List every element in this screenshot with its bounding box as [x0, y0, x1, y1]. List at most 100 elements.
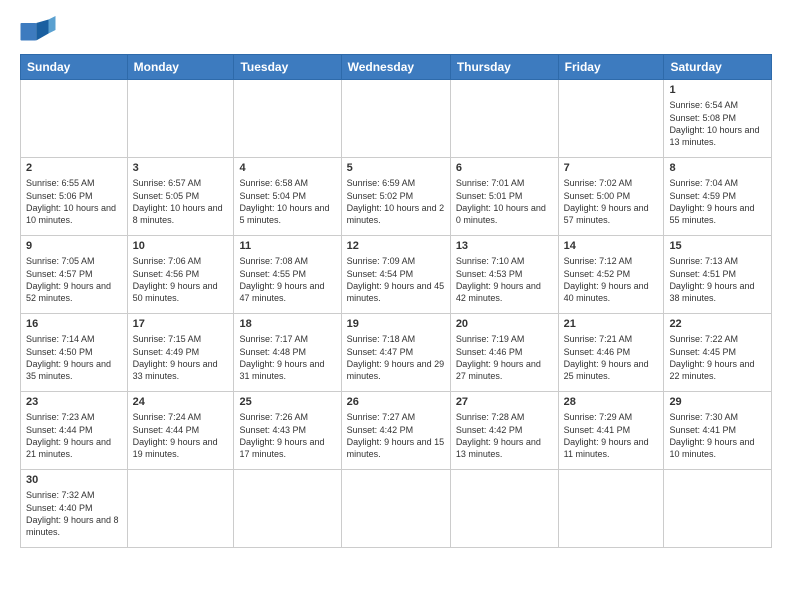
logo: [20, 16, 60, 44]
day-info: Sunrise: 7:02 AM Sunset: 5:00 PM Dayligh…: [564, 177, 659, 226]
calendar-cell: [450, 80, 558, 158]
calendar-cell: 2Sunrise: 6:55 AM Sunset: 5:06 PM Daylig…: [21, 158, 128, 236]
day-info: Sunrise: 6:54 AM Sunset: 5:08 PM Dayligh…: [669, 99, 766, 148]
day-info: Sunrise: 7:15 AM Sunset: 4:49 PM Dayligh…: [133, 333, 229, 382]
calendar-cell: [558, 470, 664, 548]
calendar-week-3: 9Sunrise: 7:05 AM Sunset: 4:57 PM Daylig…: [21, 236, 772, 314]
general-blue-logo-icon: [20, 16, 56, 44]
calendar-header-thursday: Thursday: [450, 55, 558, 80]
calendar-cell: 20Sunrise: 7:19 AM Sunset: 4:46 PM Dayli…: [450, 314, 558, 392]
day-info: Sunrise: 7:32 AM Sunset: 4:40 PM Dayligh…: [26, 489, 122, 538]
calendar-cell: 4Sunrise: 6:58 AM Sunset: 5:04 PM Daylig…: [234, 158, 341, 236]
day-number: 18: [239, 317, 335, 332]
day-info: Sunrise: 7:08 AM Sunset: 4:55 PM Dayligh…: [239, 255, 335, 304]
calendar-cell: 17Sunrise: 7:15 AM Sunset: 4:49 PM Dayli…: [127, 314, 234, 392]
calendar-cell: 11Sunrise: 7:08 AM Sunset: 4:55 PM Dayli…: [234, 236, 341, 314]
calendar-cell: [234, 80, 341, 158]
calendar-cell: 15Sunrise: 7:13 AM Sunset: 4:51 PM Dayli…: [664, 236, 772, 314]
day-info: Sunrise: 7:27 AM Sunset: 4:42 PM Dayligh…: [347, 411, 445, 460]
calendar-cell: 21Sunrise: 7:21 AM Sunset: 4:46 PM Dayli…: [558, 314, 664, 392]
day-number: 13: [456, 239, 553, 254]
day-info: Sunrise: 7:12 AM Sunset: 4:52 PM Dayligh…: [564, 255, 659, 304]
calendar-cell: 13Sunrise: 7:10 AM Sunset: 4:53 PM Dayli…: [450, 236, 558, 314]
day-number: 16: [26, 317, 122, 332]
day-number: 30: [26, 473, 122, 488]
calendar-cell: [450, 470, 558, 548]
day-number: 1: [669, 83, 766, 98]
calendar-cell: 18Sunrise: 7:17 AM Sunset: 4:48 PM Dayli…: [234, 314, 341, 392]
day-number: 4: [239, 161, 335, 176]
day-info: Sunrise: 7:05 AM Sunset: 4:57 PM Dayligh…: [26, 255, 122, 304]
calendar-cell: [341, 80, 450, 158]
day-number: 23: [26, 395, 122, 410]
day-info: Sunrise: 7:23 AM Sunset: 4:44 PM Dayligh…: [26, 411, 122, 460]
calendar-cell: 27Sunrise: 7:28 AM Sunset: 4:42 PM Dayli…: [450, 392, 558, 470]
calendar-header-monday: Monday: [127, 55, 234, 80]
day-info: Sunrise: 6:58 AM Sunset: 5:04 PM Dayligh…: [239, 177, 335, 226]
calendar-header-sunday: Sunday: [21, 55, 128, 80]
day-number: 8: [669, 161, 766, 176]
calendar-cell: [664, 470, 772, 548]
day-number: 22: [669, 317, 766, 332]
day-info: Sunrise: 7:17 AM Sunset: 4:48 PM Dayligh…: [239, 333, 335, 382]
calendar-cell: 24Sunrise: 7:24 AM Sunset: 4:44 PM Dayli…: [127, 392, 234, 470]
calendar-cell: [127, 80, 234, 158]
calendar-cell: [127, 470, 234, 548]
day-info: Sunrise: 7:28 AM Sunset: 4:42 PM Dayligh…: [456, 411, 553, 460]
day-info: Sunrise: 7:10 AM Sunset: 4:53 PM Dayligh…: [456, 255, 553, 304]
day-number: 21: [564, 317, 659, 332]
day-number: 11: [239, 239, 335, 254]
day-number: 17: [133, 317, 229, 332]
day-number: 27: [456, 395, 553, 410]
calendar-cell: 26Sunrise: 7:27 AM Sunset: 4:42 PM Dayli…: [341, 392, 450, 470]
calendar-cell: 16Sunrise: 7:14 AM Sunset: 4:50 PM Dayli…: [21, 314, 128, 392]
day-info: Sunrise: 6:57 AM Sunset: 5:05 PM Dayligh…: [133, 177, 229, 226]
calendar-cell: 25Sunrise: 7:26 AM Sunset: 4:43 PM Dayli…: [234, 392, 341, 470]
day-number: 5: [347, 161, 445, 176]
calendar-cell: 1Sunrise: 6:54 AM Sunset: 5:08 PM Daylig…: [664, 80, 772, 158]
calendar-week-6: 30Sunrise: 7:32 AM Sunset: 4:40 PM Dayli…: [21, 470, 772, 548]
calendar-header-row: SundayMondayTuesdayWednesdayThursdayFrid…: [21, 55, 772, 80]
day-number: 20: [456, 317, 553, 332]
day-info: Sunrise: 7:21 AM Sunset: 4:46 PM Dayligh…: [564, 333, 659, 382]
calendar-cell: 10Sunrise: 7:06 AM Sunset: 4:56 PM Dayli…: [127, 236, 234, 314]
calendar-cell: 7Sunrise: 7:02 AM Sunset: 5:00 PM Daylig…: [558, 158, 664, 236]
day-number: 26: [347, 395, 445, 410]
day-number: 6: [456, 161, 553, 176]
day-info: Sunrise: 7:01 AM Sunset: 5:01 PM Dayligh…: [456, 177, 553, 226]
calendar-cell: 12Sunrise: 7:09 AM Sunset: 4:54 PM Dayli…: [341, 236, 450, 314]
day-number: 10: [133, 239, 229, 254]
calendar-cell: 3Sunrise: 6:57 AM Sunset: 5:05 PM Daylig…: [127, 158, 234, 236]
day-info: Sunrise: 7:26 AM Sunset: 4:43 PM Dayligh…: [239, 411, 335, 460]
day-number: 29: [669, 395, 766, 410]
calendar-header-tuesday: Tuesday: [234, 55, 341, 80]
day-number: 19: [347, 317, 445, 332]
calendar-week-1: 1Sunrise: 6:54 AM Sunset: 5:08 PM Daylig…: [21, 80, 772, 158]
calendar-cell: 30Sunrise: 7:32 AM Sunset: 4:40 PM Dayli…: [21, 470, 128, 548]
day-info: Sunrise: 7:06 AM Sunset: 4:56 PM Dayligh…: [133, 255, 229, 304]
day-number: 15: [669, 239, 766, 254]
day-info: Sunrise: 7:30 AM Sunset: 4:41 PM Dayligh…: [669, 411, 766, 460]
day-info: Sunrise: 6:55 AM Sunset: 5:06 PM Dayligh…: [26, 177, 122, 226]
calendar-cell: 29Sunrise: 7:30 AM Sunset: 4:41 PM Dayli…: [664, 392, 772, 470]
day-info: Sunrise: 7:18 AM Sunset: 4:47 PM Dayligh…: [347, 333, 445, 382]
day-info: Sunrise: 7:04 AM Sunset: 4:59 PM Dayligh…: [669, 177, 766, 226]
calendar-week-5: 23Sunrise: 7:23 AM Sunset: 4:44 PM Dayli…: [21, 392, 772, 470]
day-number: 9: [26, 239, 122, 254]
day-info: Sunrise: 6:59 AM Sunset: 5:02 PM Dayligh…: [347, 177, 445, 226]
calendar-cell: 28Sunrise: 7:29 AM Sunset: 4:41 PM Dayli…: [558, 392, 664, 470]
page: SundayMondayTuesdayWednesdayThursdayFrid…: [0, 0, 792, 612]
day-number: 28: [564, 395, 659, 410]
calendar-cell: 19Sunrise: 7:18 AM Sunset: 4:47 PM Dayli…: [341, 314, 450, 392]
calendar-cell: [341, 470, 450, 548]
calendar-cell: [234, 470, 341, 548]
calendar-cell: 22Sunrise: 7:22 AM Sunset: 4:45 PM Dayli…: [664, 314, 772, 392]
day-info: Sunrise: 7:24 AM Sunset: 4:44 PM Dayligh…: [133, 411, 229, 460]
calendar-week-4: 16Sunrise: 7:14 AM Sunset: 4:50 PM Dayli…: [21, 314, 772, 392]
calendar-cell: 14Sunrise: 7:12 AM Sunset: 4:52 PM Dayli…: [558, 236, 664, 314]
day-number: 24: [133, 395, 229, 410]
day-number: 12: [347, 239, 445, 254]
calendar-header-friday: Friday: [558, 55, 664, 80]
day-number: 14: [564, 239, 659, 254]
day-info: Sunrise: 7:29 AM Sunset: 4:41 PM Dayligh…: [564, 411, 659, 460]
